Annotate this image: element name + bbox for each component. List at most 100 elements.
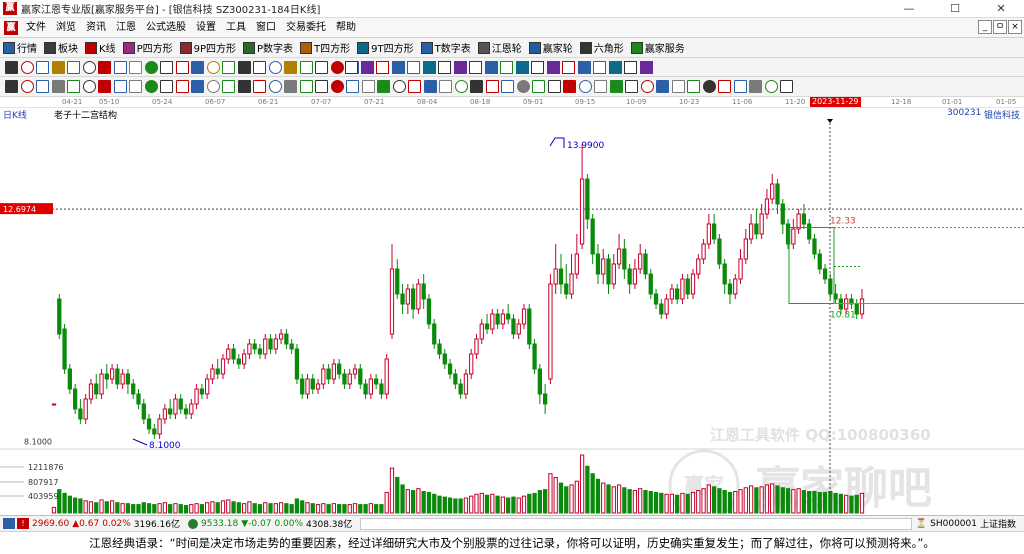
toolbar2-tool-icon-12[interactable] (191, 61, 204, 74)
toolbar3-tool-icon-33[interactable] (516, 80, 530, 93)
toolbar-button-5[interactable]: P数字表 (240, 39, 297, 57)
toolbar3-tool-icon-22[interactable] (346, 80, 359, 93)
toolbar2-tool-icon-33[interactable] (500, 61, 513, 74)
menu-file[interactable]: 文件 (21, 19, 51, 37)
toolbar3-tool-icon-21[interactable] (330, 80, 344, 93)
toolbar-button-6[interactable]: T四方形 (297, 39, 354, 57)
menu-browse[interactable]: 浏览 (51, 19, 81, 37)
toolbar3-tool-icon-50[interactable] (780, 80, 793, 93)
toolbar3-tool-icon-23[interactable] (361, 80, 375, 93)
toolbar3-tool-icon-15[interactable] (237, 80, 251, 93)
toolbar2-tool-icon-41[interactable] (624, 61, 637, 74)
toolbar3-tool-icon-29[interactable] (454, 80, 468, 93)
toolbar2-tool-icon-25[interactable] (376, 61, 389, 74)
toolbar2-tool-icon-38[interactable] (577, 61, 591, 74)
mdi-minimize-button[interactable]: _ (978, 20, 992, 34)
ticker-strip[interactable] (360, 517, 912, 530)
toolbar3-tool-icon-17[interactable] (268, 80, 282, 93)
toolbar3-tool-icon-31[interactable] (485, 80, 499, 93)
toolbar3-tool-icon-24[interactable] (377, 80, 390, 93)
toolbar3-tool-icon-45[interactable] (702, 80, 716, 93)
toolbar2-tool-icon-8[interactable] (129, 61, 142, 74)
toolbar2-tool-icon-31[interactable] (469, 61, 482, 74)
toolbar2-tool-icon-6[interactable] (98, 61, 111, 74)
toolbar3-tool-icon-5[interactable] (82, 80, 96, 93)
toolbar2-tool-icon-21[interactable] (330, 61, 344, 74)
chart-area[interactable]: 江恩工具软件 QQ:100800360赢家赢家聊吧jiaoba.yjfx.net… (0, 119, 1024, 534)
minimize-button[interactable]: — (886, 0, 932, 18)
toolbar2-tool-icon-17[interactable] (268, 61, 282, 74)
toolbar-button-4[interactable]: 9P四方形 (177, 39, 240, 57)
menu-help[interactable]: 帮助 (331, 19, 361, 37)
toolbar3-tool-icon-0[interactable] (5, 80, 18, 93)
toolbar2-tool-icon-36[interactable] (546, 61, 560, 74)
toolbar-button-1[interactable]: 板块 (41, 39, 82, 57)
toolbar-button-10[interactable]: 赢家轮 (526, 39, 577, 57)
toolbar2-tool-icon-39[interactable] (593, 61, 606, 74)
toolbar2-tool-icon-23[interactable] (345, 61, 358, 74)
toolbar3-tool-icon-48[interactable] (749, 80, 762, 93)
toolbar2-tool-icon-40[interactable] (608, 61, 622, 74)
toolbar3-tool-icon-3[interactable] (51, 80, 65, 93)
toolbar3-tool-icon-46[interactable] (718, 80, 731, 93)
toolbar-button-11[interactable]: 六角形 (577, 39, 628, 57)
toolbar-button-8[interactable]: T数字表 (418, 39, 475, 57)
toolbar2-tool-icon-16[interactable] (253, 61, 266, 74)
toolbar3-tool-icon-34[interactable] (532, 80, 545, 93)
index-name[interactable]: 上证指数 (980, 517, 1016, 530)
toolbar3-tool-icon-40[interactable] (625, 80, 638, 93)
menu-info[interactable]: 资讯 (81, 19, 111, 37)
toolbar2-tool-icon-19[interactable] (299, 61, 313, 74)
toolbar2-tool-icon-13[interactable] (206, 61, 220, 74)
index-selector-icon[interactable]: ⏳ (916, 519, 927, 529)
toolbar3-tool-icon-47[interactable] (733, 80, 747, 93)
toolbar2-tool-icon-42[interactable] (639, 61, 653, 74)
toolbar-button-9[interactable]: 江恩轮 (475, 39, 526, 57)
toolbar3-tool-icon-8[interactable] (129, 80, 142, 93)
toolbar2-tool-icon-4[interactable] (67, 61, 80, 74)
toolbar2-tool-icon-35[interactable] (531, 61, 544, 74)
toolbar3-tool-icon-14[interactable] (222, 80, 235, 93)
toolbar2-tool-icon-27[interactable] (407, 61, 420, 74)
toolbar3-tool-icon-16[interactable] (253, 80, 266, 93)
toolbar3-tool-icon-38[interactable] (594, 80, 607, 93)
toolbar3-tool-icon-32[interactable] (501, 80, 514, 93)
toolbar3-tool-icon-9[interactable] (144, 80, 158, 93)
toolbar3-tool-icon-12[interactable] (191, 80, 204, 93)
mdi-restore-button[interactable]: ㅁ (993, 20, 1007, 34)
toolbar3-tool-icon-2[interactable] (36, 80, 49, 93)
toolbar2-tool-icon-7[interactable] (113, 61, 127, 74)
toolbar3-tool-icon-10[interactable] (160, 80, 173, 93)
toolbar2-tool-icon-2[interactable] (36, 61, 49, 74)
menu-trade[interactable]: 交易委托 (281, 19, 331, 37)
toolbar-button-3[interactable]: P四方形 (120, 39, 177, 57)
toolbar2-tool-icon-37[interactable] (562, 61, 575, 74)
toolbar3-tool-icon-25[interactable] (392, 80, 406, 93)
menu-tools[interactable]: 工具 (221, 19, 251, 37)
toolbar2-tool-icon-20[interactable] (315, 61, 328, 74)
analysis-box[interactable] (788, 227, 835, 304)
toolbar-button-12[interactable]: 赢家服务 (628, 39, 689, 57)
toolbar2-tool-icon-9[interactable] (144, 61, 158, 74)
menu-gann[interactable]: 江恩 (111, 19, 141, 37)
index-code[interactable]: SH000001 (930, 519, 977, 529)
candlestick-chart[interactable]: 江恩工具软件 QQ:100800360赢家赢家聊吧jiaoba.yjfx.net… (0, 119, 1024, 534)
toolbar2-tool-icon-0[interactable] (5, 61, 18, 74)
mdi-close-button[interactable]: × (1008, 20, 1022, 34)
toolbar2-tool-icon-3[interactable] (51, 61, 65, 74)
toolbar3-tool-icon-7[interactable] (113, 80, 127, 93)
toolbar3-tool-icon-43[interactable] (671, 80, 685, 93)
toolbar3-tool-icon-26[interactable] (408, 80, 421, 93)
toolbar3-tool-icon-20[interactable] (315, 80, 328, 93)
toolbar3-tool-icon-37[interactable] (578, 80, 592, 93)
toolbar3-tool-icon-30[interactable] (470, 80, 483, 93)
toolbar3-tool-icon-19[interactable] (299, 80, 313, 93)
toolbar2-tool-icon-32[interactable] (484, 61, 498, 74)
toolbar3-tool-icon-4[interactable] (67, 80, 80, 93)
toolbar3-tool-icon-6[interactable] (98, 80, 111, 93)
toolbar3-tool-icon-13[interactable] (206, 80, 220, 93)
toolbar3-tool-icon-49[interactable] (764, 80, 778, 93)
toolbar3-tool-icon-39[interactable] (609, 80, 623, 93)
menu-window[interactable]: 窗口 (251, 19, 281, 37)
menu-formula-picker[interactable]: 公式选股 (141, 19, 191, 37)
